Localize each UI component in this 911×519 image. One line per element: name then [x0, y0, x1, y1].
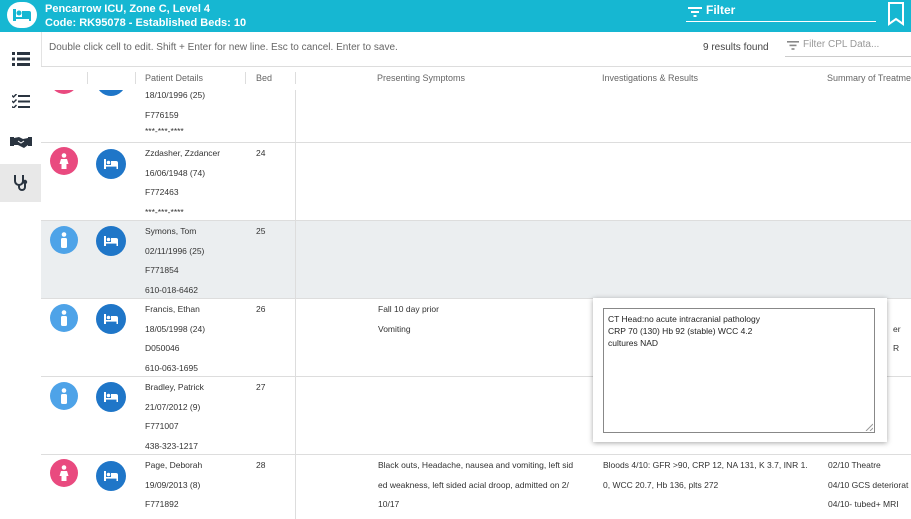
- column-header-investigations[interactable]: Investigations & Results: [602, 73, 698, 83]
- female-icon: [50, 459, 78, 487]
- patient-dob: 19/09/2013 (8): [145, 479, 201, 490]
- patient-nhi: ***-***-****: [145, 206, 184, 217]
- editor-line: CT Head:no acute intracranial pathology: [608, 314, 760, 324]
- editor-line: cultures NAD: [608, 338, 659, 348]
- bed-icon: [104, 314, 118, 324]
- cell-editor-textarea[interactable]: CT Head:no acute intracranial pathology …: [603, 308, 875, 433]
- bed-icon: [7, 2, 37, 28]
- symptom-line[interactable]: Fall 10 day prior: [378, 300, 439, 320]
- stethoscope-icon: [13, 175, 27, 191]
- sidebar-item-clinical[interactable]: [0, 164, 41, 202]
- table-row[interactable]: Zzdasher, Zzdancer 24 16/06/1948 (74) F7…: [41, 143, 911, 221]
- editor-line: CRP 70 (130) Hb 92 (stable) WCC 4.2: [608, 326, 753, 336]
- bed-number: 28: [256, 460, 266, 470]
- cpl-filter-input[interactable]: Filter CPL Data...: [785, 37, 911, 57]
- top-filter[interactable]: Filter: [686, 3, 876, 22]
- symptom-line[interactable]: 10/17: [378, 495, 399, 515]
- bed-icon: [104, 159, 118, 169]
- summary-line[interactable]: R: [893, 339, 899, 359]
- table-row[interactable]: Page, Deborah 28 19/09/2013 (8) F771892 …: [41, 455, 911, 519]
- column-header-bed[interactable]: Bed: [256, 73, 272, 83]
- bed-number: 27: [256, 382, 266, 392]
- symptom-line[interactable]: Black outs, Headache, nausea and vomitin…: [378, 456, 573, 476]
- patient-mrn: F771892: [145, 499, 179, 509]
- male-icon: [50, 226, 78, 254]
- female-icon: [50, 147, 78, 175]
- column-header-summary[interactable]: Summary of Treatment: [827, 73, 911, 83]
- bed-assign-button[interactable]: [96, 90, 126, 96]
- bed-assign-button[interactable]: [96, 304, 126, 334]
- checklist-icon: [11, 94, 30, 108]
- bed-number: 24: [256, 148, 266, 158]
- summary-line[interactable]: 04/10- tubed+ MRI: [828, 495, 899, 515]
- grid-toolbar: Double click cell to edit. Shift + Enter…: [41, 32, 911, 66]
- patient-dob: 18/05/1998 (24): [145, 323, 206, 334]
- list-icon: [11, 52, 30, 66]
- bed-icon: [104, 471, 118, 481]
- patient-dob: 02/11/1996 (25): [145, 245, 205, 256]
- bed-assign-button[interactable]: [96, 382, 126, 412]
- summary-line[interactable]: er: [893, 320, 901, 340]
- cpl-filter-placeholder: Filter CPL Data...: [803, 39, 880, 50]
- patient-name: Page, Deborah: [145, 460, 203, 470]
- investigation-line[interactable]: Bloods 4/10: GFR >90, CRP 12, NA 131, K …: [603, 456, 808, 476]
- patient-nhi: 438-323-1217: [145, 440, 198, 451]
- ward-info: Pencarrow ICU, Zone C, Level 4 Code: RK9…: [45, 2, 246, 30]
- patient-name: Francis, Ethan: [145, 304, 200, 314]
- symptom-line[interactable]: ed weakness, left sided acial droop, adm…: [378, 476, 569, 496]
- patient-nhi: 610-018-6462: [145, 284, 198, 295]
- edit-hint: Double click cell to edit. Shift + Enter…: [49, 42, 398, 53]
- male-icon: [50, 304, 78, 332]
- editor-text: CT Head:no acute intracranial pathology …: [608, 313, 760, 349]
- results-count: 9 results found: [703, 42, 769, 53]
- patient-dob: 16/06/1948 (74): [145, 167, 206, 178]
- bed-number: 26: [256, 304, 266, 314]
- top-bar: Pencarrow ICU, Zone C, Level 4 Code: RK9…: [0, 0, 911, 32]
- filter-label: Filter: [706, 3, 736, 17]
- cell-editor-popup: CT Head:no acute intracranial pathology …: [593, 298, 887, 442]
- bed-assign-button[interactable]: [96, 149, 126, 179]
- patient-nhi: 610-063-1695: [145, 362, 198, 373]
- column-header-details[interactable]: Patient Details: [145, 73, 203, 83]
- bed-number: 25: [256, 226, 266, 236]
- summary-line[interactable]: 04/10 GCS deteriorat: [828, 476, 908, 496]
- patient-name: Zzdasher, Zzdancer: [145, 148, 221, 158]
- symptom-line[interactable]: Vomiting: [378, 320, 411, 340]
- bed-assign-button[interactable]: [96, 226, 126, 256]
- column-header-symptoms[interactable]: Presenting Symptoms: [377, 73, 465, 83]
- patient-dob: 21/07/2012 (9): [145, 401, 201, 412]
- bed-assign-button[interactable]: [96, 461, 126, 491]
- handshake-icon: [9, 137, 32, 148]
- investigation-line[interactable]: 0, WCC 20.7, Hb 136, plts 272: [603, 476, 718, 496]
- ward-name: Pencarrow ICU, Zone C, Level 4: [45, 3, 211, 15]
- sidebar-item-list[interactable]: [0, 40, 41, 78]
- column-header-row: Patient Details Bed Presenting Symptoms …: [41, 66, 911, 92]
- patient-name: Bradley, Patrick: [145, 382, 204, 392]
- resize-grip-icon[interactable]: [865, 423, 873, 431]
- bed-icon: [104, 236, 118, 246]
- patient-mrn: F776159: [145, 109, 179, 120]
- filter-icon: [787, 41, 799, 50]
- patient-nhi: ***-***-****: [145, 126, 184, 136]
- sidebar-item-handover[interactable]: [0, 123, 41, 161]
- patient-mrn: D050046: [145, 343, 180, 353]
- bed-icon: [104, 392, 118, 402]
- patient-dob: 18/10/1996 (25): [145, 90, 206, 100]
- male-icon: [50, 382, 78, 410]
- table-row[interactable]: Symons, Tom 25 02/11/1996 (25) F771854 6…: [41, 221, 911, 299]
- summary-line[interactable]: 02/10 Theatre: [828, 456, 881, 476]
- sidebar-item-checklist[interactable]: [0, 82, 41, 120]
- patient-mrn: F771007: [145, 421, 179, 431]
- female-icon: [50, 90, 78, 94]
- ward-code: Code: RK95078 - Established Beds: 10: [45, 17, 247, 29]
- bookmark-icon[interactable]: [886, 2, 906, 31]
- patient-mrn: F771854: [145, 265, 179, 275]
- patient-mrn: F772463: [145, 187, 179, 197]
- table-row[interactable]: 18/10/1996 (25) F776159 ***-***-****: [41, 90, 911, 143]
- sidebar: [0, 32, 42, 519]
- filter-icon: [688, 7, 702, 17]
- patient-name: Symons, Tom: [145, 226, 197, 236]
